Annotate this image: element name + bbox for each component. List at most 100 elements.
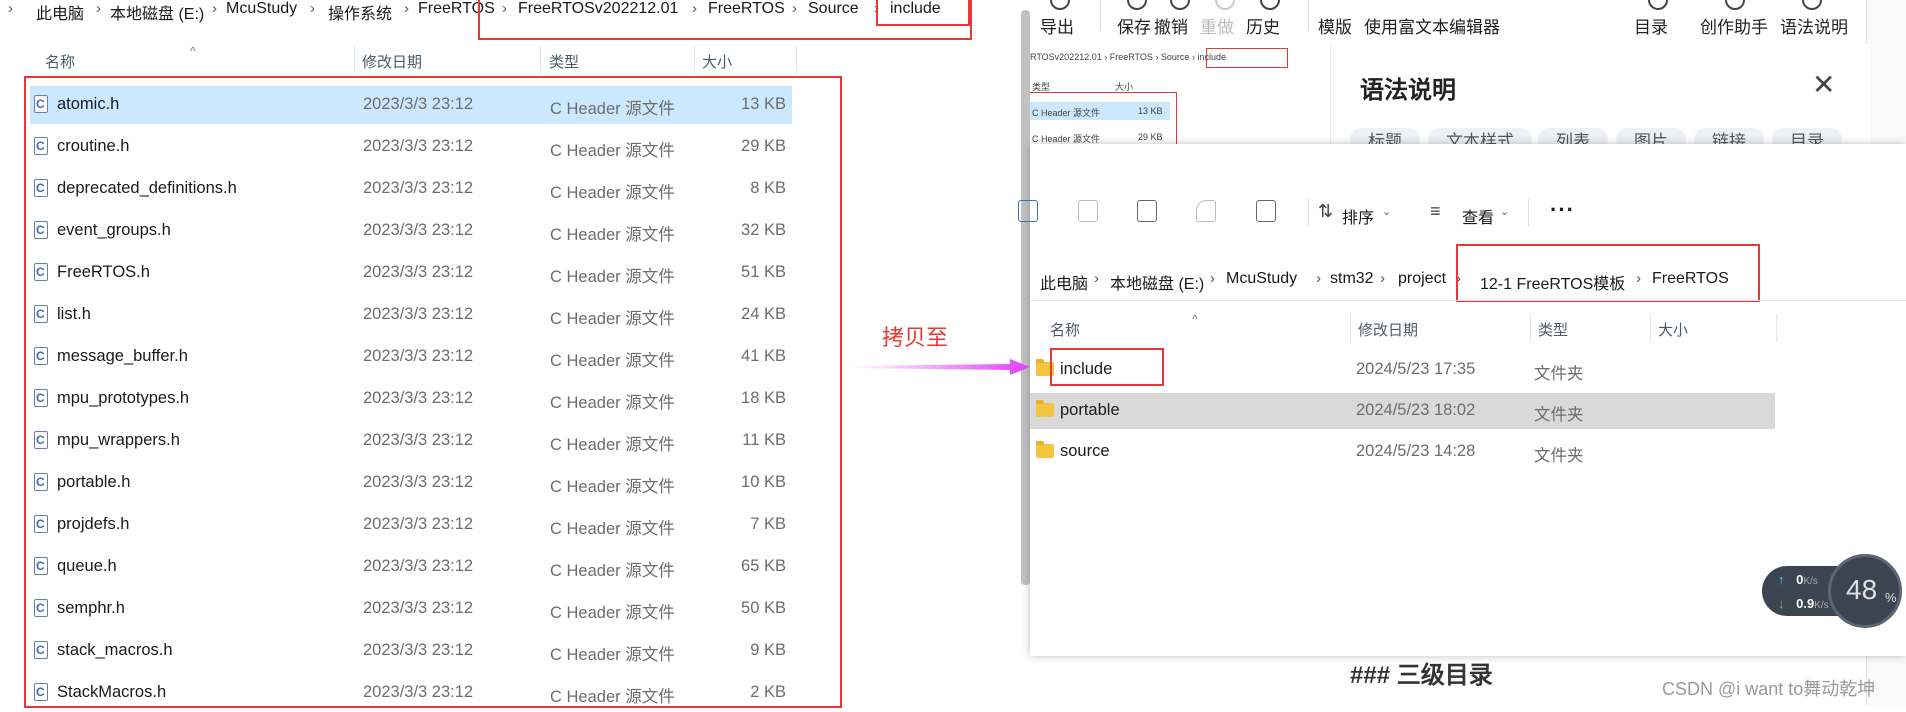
upload-speed: ↑ 0K/s: [1778, 572, 1818, 587]
breadcrumb-item[interactable]: McuStudy: [1226, 270, 1297, 288]
assistant-icon: [1725, 0, 1745, 10]
writing-assistant-button[interactable]: 创作助手: [1700, 13, 1768, 38]
history-icon: [1260, 0, 1280, 10]
paste-icon[interactable]: [1078, 200, 1098, 222]
percent-sign: %: [1885, 590, 1897, 605]
mini-highlight-box: [1030, 92, 1177, 144]
folder-icon: [1036, 441, 1054, 458]
export-icon: [1050, 0, 1070, 10]
breadcrumb-item[interactable]: project: [1398, 270, 1446, 288]
folder-type: 文件夹: [1534, 447, 1584, 465]
markdown-heading-text: ### 三级目录: [1350, 662, 1493, 689]
mini-crumb: Source: [1160, 52, 1190, 62]
breadcrumb-item[interactable]: 此电脑: [1040, 270, 1088, 294]
column-divider: [1350, 314, 1351, 342]
mini-highlight-box: [1206, 48, 1288, 68]
folder-name: portable: [1060, 401, 1120, 419]
download-unit: K/s: [1814, 600, 1829, 611]
arrow-right-icon: [850, 359, 1030, 375]
upload-unit: K/s: [1803, 576, 1818, 587]
right-column-headers: ^ 名称 修改日期 类型 大小: [1030, 312, 1780, 342]
syntax-help-button[interactable]: 语法说明: [1780, 13, 1848, 38]
folder-type: 文件夹: [1534, 406, 1584, 424]
column-header-date[interactable]: 修改日期: [1358, 319, 1418, 340]
left-column-headers: ^ 名称 修改日期 类型 大小: [0, 44, 800, 74]
view-icon: ≡: [1430, 201, 1441, 221]
column-header-name[interactable]: 名称: [1050, 319, 1080, 340]
export-button[interactable]: 导出: [1040, 13, 1074, 38]
share-icon[interactable]: [1196, 200, 1216, 222]
folder-icon: [1036, 400, 1054, 417]
redo-button[interactable]: 重做: [1200, 13, 1234, 38]
column-divider: [1530, 314, 1531, 342]
save-button[interactable]: 保存: [1117, 13, 1151, 38]
download-value: 0.9: [1796, 596, 1815, 611]
template-button[interactable]: 模版: [1318, 13, 1352, 38]
history-button[interactable]: 历史: [1246, 13, 1280, 38]
toc-button[interactable]: 目录: [1634, 13, 1668, 38]
highlight-box-destination-path: [1456, 244, 1760, 302]
undo-button[interactable]: 撤销: [1154, 13, 1188, 38]
folder-row[interactable]: source 2024/5/23 14:28 文件夹: [1030, 434, 1775, 470]
breadcrumb-item[interactable]: stm32: [1330, 270, 1374, 288]
left-scrollbar[interactable]: [1021, 10, 1030, 585]
download-arrow-icon: ↓: [1778, 596, 1785, 611]
column-header-type[interactable]: 类型: [549, 51, 579, 72]
highlight-box-file-list: [24, 76, 842, 708]
breadcrumb-item[interactable]: 此电脑: [36, 0, 84, 24]
column-divider: [354, 46, 355, 74]
view-button[interactable]: 查看: [1462, 204, 1494, 228]
csdn-watermark: CSDN @i want to舞动乾坤: [1662, 679, 1876, 699]
column-divider: [694, 46, 695, 74]
column-header-type[interactable]: 类型: [1538, 319, 1568, 340]
breadcrumb-item[interactable]: 本地磁盘 (E:): [110, 0, 204, 24]
delete-icon[interactable]: [1256, 200, 1276, 222]
highlight-box-include-crumb: [876, 0, 970, 26]
close-icon[interactable]: ✕: [1812, 68, 1835, 101]
toolbar-divider: [1308, 0, 1309, 30]
toc-icon: [1648, 0, 1668, 10]
upload-arrow-icon: ↑: [1778, 572, 1785, 587]
folder-date: 2024/5/23 14:28: [1356, 442, 1476, 460]
chevron-down-icon: ⌄: [1500, 206, 1510, 218]
sort-ascending-icon: ^: [190, 44, 196, 58]
sort-button[interactable]: 排序: [1342, 204, 1374, 228]
undo-icon: [1170, 0, 1190, 10]
editor-toolbar: 导出 保存 撤销 重做 历史 模版 使用富文本编辑器 目录 创作助手 语法说明: [1030, 0, 1866, 40]
save-icon: [1127, 0, 1147, 10]
toolbar-divider: [1528, 199, 1529, 227]
column-divider: [1776, 314, 1777, 342]
folder-date: 2024/5/23 18:02: [1356, 401, 1476, 419]
chevron-right-icon: ›: [310, 0, 315, 17]
sort-ascending-icon: ^: [1192, 312, 1198, 326]
breadcrumb-item[interactable]: 本地磁盘 (E:): [1110, 270, 1204, 294]
cpu-usage-value: 48: [1846, 574, 1878, 605]
breadcrumb-item[interactable]: McuStudy: [226, 0, 297, 18]
sort-icon: ⇅: [1318, 201, 1334, 221]
mini-breadcrumb: RTOSv202212.01 › FreeRTOS › Source › inc…: [1030, 52, 1226, 62]
breadcrumb-item[interactable]: 操作系统: [328, 0, 392, 24]
rich-text-editor-button[interactable]: 使用富文本编辑器: [1364, 13, 1500, 38]
info-icon: [1802, 0, 1822, 10]
copy-to-annotation: 拷贝至: [882, 325, 949, 350]
column-header-size[interactable]: 大小: [702, 51, 732, 72]
toolbar-divider: [1100, 0, 1101, 30]
more-options-button[interactable]: ···: [1550, 197, 1575, 223]
folder-row[interactable]: portable 2024/5/23 18:02 文件夹: [1030, 393, 1775, 429]
mini-crumb: RTOSv202212.01: [1030, 52, 1102, 62]
highlight-box-include-folder: [1050, 348, 1164, 386]
redo-icon: [1215, 0, 1235, 10]
folder-type: 文件夹: [1534, 365, 1584, 383]
copy-icon[interactable]: [1018, 200, 1038, 222]
chevron-right-icon: ›: [404, 0, 409, 17]
rename-icon[interactable]: [1137, 200, 1157, 222]
chevron-right-icon: ›: [1094, 270, 1099, 287]
column-header-name[interactable]: 名称: [45, 51, 75, 72]
chevron-right-icon: ›: [1380, 270, 1385, 287]
chevron-right-icon: ›: [212, 0, 217, 17]
column-header-size[interactable]: 大小: [1658, 319, 1688, 340]
chevron-right-icon: ›: [8, 0, 13, 17]
folder-name: source: [1060, 442, 1110, 460]
column-header-date[interactable]: 修改日期: [362, 51, 422, 72]
folder-date: 2024/5/23 17:35: [1356, 360, 1476, 378]
